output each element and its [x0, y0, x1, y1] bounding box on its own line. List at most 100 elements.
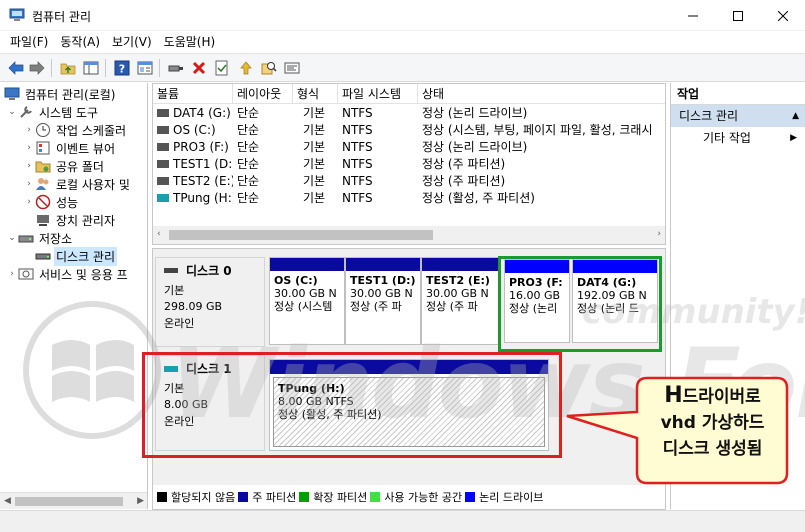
- highlight-green-box: [498, 256, 662, 352]
- disk-icon: [164, 268, 178, 273]
- maximize-button[interactable]: [715, 0, 760, 31]
- chevron-right-icon[interactable]: ›: [23, 197, 35, 207]
- table-row[interactable]: DAT4 (G:) 단순 기본 NTFS 정상 (논리 드라이브): [153, 105, 665, 122]
- chevron-right-icon[interactable]: ›: [23, 161, 35, 171]
- table-row[interactable]: TEST1 (D:) 단순 기본 NTFS 정상 (주 파티션): [153, 156, 665, 173]
- scroll-left-icon[interactable]: ◀: [4, 496, 11, 506]
- close-button[interactable]: [760, 0, 805, 31]
- show-hide-tree-button[interactable]: [81, 58, 101, 78]
- menu-action[interactable]: 동작(A): [54, 32, 106, 52]
- volume-list-horizontal-scrollbar[interactable]: ‹ ›: [153, 226, 665, 244]
- tree-item-task-scheduler[interactable]: › 작업 스케줄러: [23, 121, 128, 139]
- volume-list-header: 볼륨 레이아웃 형식 파일 시스템 상태: [153, 84, 665, 104]
- minimize-button[interactable]: [670, 0, 715, 31]
- device-manager-icon: [35, 212, 51, 228]
- shared-folder-icon: [35, 158, 51, 174]
- legend-item: 확장 파티션: [299, 489, 367, 505]
- table-row[interactable]: TPung (H:) 단순 기본 NTFS 정상 (활성, 주 파티션): [153, 190, 665, 207]
- highlight-red-box: [142, 352, 562, 458]
- event-viewer-icon: [35, 140, 51, 156]
- tree-item-device-manager[interactable]: 장치 관리자: [35, 211, 117, 229]
- upload-button[interactable]: [236, 58, 256, 78]
- column-status[interactable]: 상태: [418, 84, 665, 104]
- volume-icon: [157, 142, 169, 151]
- table-row[interactable]: PRO3 (F:) 단순 기본 NTFS 정상 (논리 드라이브): [153, 139, 665, 156]
- tree-root-label: 컴퓨터 관리(로컬): [25, 87, 116, 102]
- menu-help[interactable]: 도움말(H): [158, 32, 222, 52]
- users-icon: [35, 176, 51, 192]
- minimize-icon: [687, 15, 698, 16]
- upload-icon: [240, 61, 252, 75]
- menu-file[interactable]: 파일(F): [4, 32, 54, 52]
- computer-management-icon: [4, 86, 20, 102]
- computer-management-icon: [9, 8, 25, 21]
- chevron-down-icon[interactable]: ⌄: [6, 233, 18, 243]
- help-button[interactable]: ?: [112, 58, 132, 78]
- column-volume[interactable]: 볼륨: [153, 84, 233, 104]
- disk-0-label[interactable]: 디스크 0 기본 298.09 GB 온라인: [155, 257, 265, 347]
- volume-icon: [157, 176, 169, 185]
- partition-test1[interactable]: TEST1 (D:) 30.00 GB N 정상 (주 파: [345, 257, 421, 345]
- menu-bar: 파일(F) 동작(A) 보기(V) 도움말(H): [0, 31, 805, 53]
- menu-view[interactable]: 보기(V): [106, 32, 158, 52]
- tree-item-performance[interactable]: › 성능: [23, 193, 80, 211]
- tree-item-system-tools[interactable]: ⌄ 시스템 도구: [6, 103, 100, 121]
- back-arrow-icon: [8, 61, 24, 75]
- delete-button[interactable]: [189, 58, 209, 78]
- forward-button[interactable]: [27, 58, 47, 78]
- action-more-actions[interactable]: 기타 작업 ▶: [671, 127, 805, 149]
- volume-icon: [157, 125, 169, 134]
- chevron-right-icon[interactable]: ›: [23, 125, 35, 135]
- toolbar: ?: [0, 53, 805, 82]
- services-icon: [18, 266, 34, 282]
- column-file-system[interactable]: 파일 시스템: [338, 84, 418, 104]
- tree-root[interactable]: 컴퓨터 관리(로컬): [4, 85, 117, 103]
- tree-item-disk-management[interactable]: 디스크 관리: [35, 246, 118, 266]
- collapse-up-icon[interactable]: ▲: [792, 105, 799, 127]
- actions-section-disk-management[interactable]: 디스크 관리 ▲: [671, 105, 805, 127]
- chevron-down-icon[interactable]: ⌄: [6, 107, 18, 117]
- svg-text:?: ?: [119, 63, 125, 76]
- check-button[interactable]: [212, 58, 232, 78]
- performance-icon: [35, 194, 51, 210]
- legend-item: 주 파티션: [238, 489, 296, 505]
- tree-horizontal-scrollbar[interactable]: ◀ ▶: [0, 492, 147, 509]
- close-icon: [777, 10, 788, 21]
- search-icon: [261, 62, 277, 75]
- volume-icon: [157, 159, 169, 168]
- scroll-left-icon[interactable]: ‹: [157, 229, 161, 239]
- vhd-volume-icon: [157, 193, 169, 202]
- up-folder-button[interactable]: [58, 58, 78, 78]
- tree-item-services[interactable]: › 서비스 및 응용 프: [6, 265, 130, 283]
- partition-test2[interactable]: TEST2 (E:) 30.00 GB N 정상 (주 파: [421, 257, 499, 345]
- connect-button[interactable]: [166, 58, 186, 78]
- legend-item: 논리 드라이브: [465, 489, 543, 505]
- column-layout[interactable]: 레이아웃: [233, 84, 293, 104]
- properties-button[interactable]: [135, 58, 155, 78]
- scroll-right-icon[interactable]: ›: [657, 229, 661, 239]
- settings-button[interactable]: [282, 58, 302, 78]
- chevron-right-icon[interactable]: ›: [23, 143, 35, 153]
- tree-item-storage[interactable]: ⌄ 저장소: [6, 229, 74, 247]
- tree-item-shared-folders[interactable]: › 공유 폴더: [23, 157, 106, 175]
- partition-legend: 할당되지 않음 주 파티션 확장 파티션 사용 가능한 공간 논리 드라이브: [153, 485, 665, 509]
- column-type[interactable]: 형식: [293, 84, 338, 104]
- partition-os[interactable]: OS (C:) 30.00 GB N 정상 (시스템: [269, 257, 345, 345]
- table-row[interactable]: OS (C:) 단순 기본 NTFS 정상 (시스템, 부팅, 페이지 파일, …: [153, 122, 665, 139]
- scroll-thumb[interactable]: [15, 497, 123, 506]
- back-button[interactable]: [6, 58, 26, 78]
- disk-icon: [35, 248, 51, 264]
- table-row[interactable]: TEST2 (E:) 단순 기본 NTFS 정상 (주 파티션): [153, 173, 665, 190]
- forward-arrow-icon: [29, 61, 45, 75]
- connect-icon: [168, 65, 183, 72]
- tree-item-event-viewer[interactable]: › 이벤트 뷰어: [23, 139, 117, 157]
- tree-item-local-users[interactable]: › 로컬 사용자 및: [23, 175, 132, 193]
- chevron-right-icon[interactable]: ›: [6, 269, 18, 279]
- chevron-right-icon[interactable]: ›: [23, 179, 35, 189]
- volume-list: 볼륨 레이아웃 형식 파일 시스템 상태 DAT4 (G:) 단순 기본 NTF…: [152, 83, 666, 245]
- clock-icon: [35, 122, 51, 138]
- scroll-thumb[interactable]: [169, 230, 433, 240]
- scroll-right-icon[interactable]: ▶: [137, 496, 144, 506]
- search-button[interactable]: [259, 58, 279, 78]
- status-bar: [0, 510, 805, 532]
